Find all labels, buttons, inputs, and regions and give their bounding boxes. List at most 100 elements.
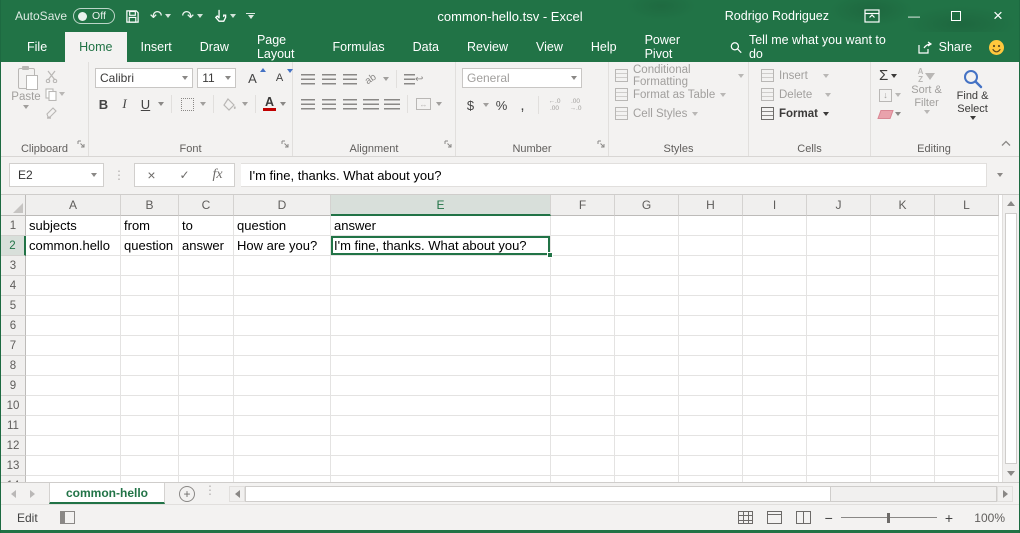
scroll-left-button[interactable] (229, 486, 245, 502)
cell-F9[interactable] (551, 376, 615, 396)
cell-I6[interactable] (743, 316, 807, 336)
feedback-button[interactable] (984, 32, 1019, 62)
cell-B2[interactable]: question (121, 236, 179, 256)
underline-button[interactable]: U (137, 95, 154, 113)
customize-qat-button[interactable] (246, 13, 255, 20)
cell-G9[interactable] (615, 376, 679, 396)
cell-K4[interactable] (871, 276, 935, 296)
row-header-12[interactable]: 12 (1, 436, 26, 456)
cell-F10[interactable] (551, 396, 615, 416)
share-button[interactable]: Share (906, 32, 984, 62)
cell-J12[interactable] (807, 436, 871, 456)
tab-scroll-splitter[interactable]: ⋮ (195, 483, 225, 504)
cell-C6[interactable] (179, 316, 234, 336)
font-color-button[interactable]: A (263, 97, 276, 111)
cell-I2[interactable] (743, 236, 807, 256)
cell-L11[interactable] (935, 416, 999, 436)
cell-I10[interactable] (743, 396, 807, 416)
increase-indent-button[interactable] (383, 95, 400, 113)
cell-A14[interactable] (26, 476, 121, 482)
scroll-up-button[interactable] (1003, 195, 1019, 212)
row-header-2[interactable]: 2 (1, 236, 26, 256)
cell-C14[interactable] (179, 476, 234, 482)
cell-K5[interactable] (871, 296, 935, 316)
tell-me-button[interactable]: Tell me what you want to do (718, 32, 906, 62)
align-left-button[interactable] (299, 95, 316, 113)
cell-D12[interactable] (234, 436, 331, 456)
cell-L13[interactable] (935, 456, 999, 476)
cell-H1[interactable] (679, 216, 743, 236)
vertical-scrollbar[interactable] (1002, 195, 1019, 482)
cell-J7[interactable] (807, 336, 871, 356)
cell-J10[interactable] (807, 396, 871, 416)
column-header-D[interactable]: D (234, 195, 331, 216)
scroll-down-button[interactable] (1003, 465, 1019, 482)
copy-button[interactable] (45, 87, 65, 101)
cell-I12[interactable] (743, 436, 807, 456)
cell-C7[interactable] (179, 336, 234, 356)
row-header-11[interactable]: 11 (1, 416, 26, 436)
collapse-ribbon-button[interactable] (1001, 134, 1011, 152)
number-dialog-launcher[interactable] (597, 135, 605, 153)
column-header-F[interactable]: F (551, 195, 615, 216)
cell-G5[interactable] (615, 296, 679, 316)
cell-B8[interactable] (121, 356, 179, 376)
cell-F3[interactable] (551, 256, 615, 276)
font-name-combo[interactable]: Calibri (95, 68, 193, 88)
cell-G11[interactable] (615, 416, 679, 436)
name-box-dropdown-icon[interactable] (91, 173, 97, 177)
shrink-font-button[interactable]: A (271, 69, 288, 87)
cell-A7[interactable] (26, 336, 121, 356)
cell-C12[interactable] (179, 436, 234, 456)
format-painter-button[interactable] (45, 105, 65, 119)
column-header-E[interactable]: E (331, 195, 551, 216)
cell-H6[interactable] (679, 316, 743, 336)
fill-handle[interactable] (547, 252, 553, 258)
row-header-1[interactable]: 1 (1, 216, 26, 236)
column-header-B[interactable]: B (121, 195, 179, 216)
cell-A6[interactable] (26, 316, 121, 336)
ribbon-tab-formulas[interactable]: Formulas (319, 32, 399, 62)
save-button[interactable] (125, 9, 140, 24)
insert-cells-button[interactable]: Insert (761, 66, 866, 85)
cell-L7[interactable] (935, 336, 999, 356)
cell-G10[interactable] (615, 396, 679, 416)
fill-color-button[interactable] (221, 95, 238, 113)
cell-C8[interactable] (179, 356, 234, 376)
cut-button[interactable] (45, 69, 65, 83)
wrap-text-button[interactable]: ↩ (404, 70, 423, 88)
cell-C13[interactable] (179, 456, 234, 476)
touch-mode-dropdown-icon[interactable] (230, 14, 236, 18)
formula-bar-expand-button[interactable] (987, 173, 1013, 177)
increase-decimal-button[interactable]: ←.0 .00 (546, 98, 563, 112)
cell-F2[interactable] (551, 236, 615, 256)
cell-L14[interactable] (935, 476, 999, 482)
redo-dropdown-icon[interactable] (197, 14, 203, 18)
horizontal-scrollbar[interactable] (229, 485, 1013, 502)
vertical-scroll-thumb[interactable] (1005, 213, 1017, 464)
cell-H11[interactable] (679, 416, 743, 436)
column-header-I[interactable]: I (743, 195, 807, 216)
cell-A12[interactable] (26, 436, 121, 456)
cell-I4[interactable] (743, 276, 807, 296)
cell-A5[interactable] (26, 296, 121, 316)
fill-color-dropdown-icon[interactable] (242, 102, 248, 106)
cell-F1[interactable] (551, 216, 615, 236)
cell-I7[interactable] (743, 336, 807, 356)
ribbon-tab-data[interactable]: Data (399, 32, 453, 62)
cell-L3[interactable] (935, 256, 999, 276)
cell-L5[interactable] (935, 296, 999, 316)
undo-button[interactable]: ↶ (150, 7, 172, 25)
cell-A8[interactable] (26, 356, 121, 376)
cell-F14[interactable] (551, 476, 615, 482)
clear-button[interactable] (879, 106, 901, 122)
cell-K3[interactable] (871, 256, 935, 276)
cell-G13[interactable] (615, 456, 679, 476)
cell-E2[interactable]: I'm fine, thanks. What about you? (331, 236, 551, 256)
merge-center-button[interactable]: ↔ (415, 95, 432, 113)
close-button[interactable]: × (977, 0, 1019, 32)
cell-A4[interactable] (26, 276, 121, 296)
cell-J8[interactable] (807, 356, 871, 376)
row-header-6[interactable]: 6 (1, 316, 26, 336)
cell-E7[interactable] (331, 336, 551, 356)
